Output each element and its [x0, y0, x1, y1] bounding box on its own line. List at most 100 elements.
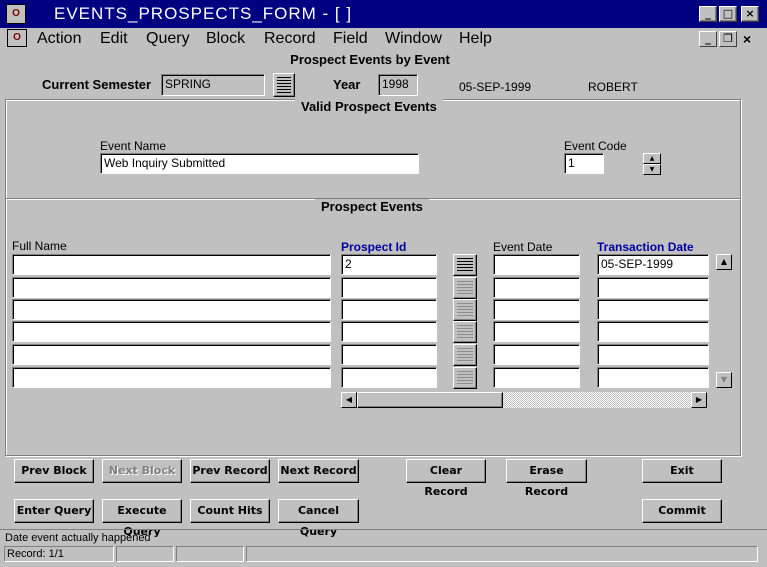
prospect-id-cell[interactable] [341, 344, 437, 365]
scroll-up-icon[interactable]: ▲ [716, 254, 732, 270]
close-icon[interactable]: × [741, 6, 759, 22]
enter-query-button[interactable]: Enter Query [14, 499, 94, 523]
doc-restore-icon[interactable]: ❐ [719, 31, 737, 47]
vertical-scrollbar[interactable]: ▲ ▼ [716, 254, 732, 388]
prospect-list-button[interactable] [453, 344, 477, 366]
prospect-id-cell[interactable] [341, 367, 437, 388]
scroll-left-icon[interactable]: ◀ [341, 392, 357, 408]
status-divider [0, 529, 767, 530]
status-cell-2 [116, 546, 174, 562]
list-icon [457, 325, 473, 339]
prev-record-button[interactable]: Prev Record [190, 459, 270, 483]
full-name-cell[interactable] [12, 344, 331, 365]
menu-action[interactable]: Action [37, 30, 81, 48]
prospect-list-button[interactable] [453, 367, 477, 389]
list-icon [457, 371, 473, 385]
oracle-forms-icon[interactable]: O [6, 4, 26, 24]
clear-record-button[interactable]: Clear Record [406, 459, 486, 498]
event-code-spinner[interactable]: ▲ ▼ [643, 153, 661, 175]
list-icon [457, 258, 473, 272]
event-date-cell[interactable] [493, 299, 580, 320]
scroll-down-icon[interactable]: ▼ [716, 372, 732, 388]
current-semester-label: Current Semester [42, 77, 152, 92]
event-name-field[interactable]: Web Inquiry Submitted [100, 153, 419, 174]
menu-edit[interactable]: Edit [100, 30, 128, 48]
semester-list-button[interactable] [273, 73, 295, 97]
menu-bar: O Action Edit Query Block Record Field W… [0, 28, 767, 50]
menu-help[interactable]: Help [459, 30, 492, 48]
status-cell-4 [246, 546, 758, 562]
transaction-date-cell[interactable] [597, 299, 709, 320]
transaction-date-cell[interactable] [597, 321, 709, 342]
next-record-button[interactable]: Next Record [278, 459, 359, 483]
status-cell-3 [176, 546, 244, 562]
prospect-list-button[interactable] [453, 254, 477, 276]
scroll-right-icon[interactable]: ▶ [691, 392, 707, 408]
cancel-query-button[interactable]: Cancel Query [278, 499, 359, 538]
menu-query[interactable]: Query [146, 30, 190, 48]
prev-block-button[interactable]: Prev Block [14, 459, 94, 483]
year-field[interactable]: 1998 [378, 74, 418, 96]
transaction-date-cell[interactable]: 05-SEP-1999 [597, 254, 709, 275]
prospect-id-cell[interactable] [341, 321, 437, 342]
event-name-label: Event Name [100, 139, 167, 153]
event-date-cell[interactable] [493, 367, 580, 388]
commit-button[interactable]: Commit [642, 499, 722, 523]
document-icon[interactable]: O [7, 29, 27, 47]
valid-events-title: Valid Prospect Events [295, 99, 443, 114]
full-name-header: Full Name [12, 239, 67, 253]
event-date-cell[interactable] [493, 344, 580, 365]
horizontal-scrollbar[interactable]: ◀ ▶ [341, 392, 707, 408]
prospect-list-button[interactable] [453, 277, 477, 299]
erase-record-button[interactable]: Erase Record [506, 459, 587, 498]
status-message: Date event actually happened [5, 532, 151, 544]
event-date-cell[interactable] [493, 277, 580, 298]
menu-window[interactable]: Window [385, 30, 442, 48]
form-title: Prospect Events by Event [290, 52, 450, 67]
menu-record[interactable]: Record [264, 30, 316, 48]
transaction-date-cell[interactable] [597, 277, 709, 298]
full-name-cell[interactable] [12, 367, 331, 388]
spin-up-icon[interactable]: ▲ [643, 153, 661, 164]
prospect-list-button[interactable] [453, 321, 477, 343]
event-date-cell[interactable] [493, 321, 580, 342]
window-title: EVENTS_PROSPECTS_FORM - [ ] [54, 4, 353, 23]
list-icon [457, 348, 473, 362]
transaction-date-cell[interactable] [597, 344, 709, 365]
maximize-icon[interactable]: □ [719, 6, 737, 22]
event-date-cell[interactable] [493, 254, 580, 275]
execute-query-button[interactable]: Execute Query [102, 499, 182, 538]
menu-block[interactable]: Block [206, 30, 245, 48]
title-bar: O EVENTS_PROSPECTS_FORM - [ ] _ □ × [0, 0, 767, 28]
next-block-button[interactable]: Next Block [102, 459, 182, 483]
transaction-date-cell[interactable] [597, 367, 709, 388]
current-date: 05-SEP-1999 [459, 80, 532, 94]
vertical-scroll-thumb[interactable] [716, 270, 732, 372]
prospect-id-cell[interactable]: 2 [341, 254, 437, 275]
doc-close-icon[interactable]: × [743, 31, 751, 47]
minimize-icon[interactable]: _ [699, 6, 717, 22]
menu-field[interactable]: Field [333, 30, 368, 48]
year-label: Year [333, 77, 361, 92]
current-semester-field[interactable]: SPRING [161, 74, 265, 96]
full-name-cell[interactable] [12, 254, 331, 275]
prospect-events-title: Prospect Events [315, 199, 429, 214]
list-icon [457, 303, 473, 317]
current-user: ROBERT [588, 80, 638, 94]
doc-minimize-icon[interactable]: _ [699, 31, 717, 47]
horizontal-scroll-thumb[interactable] [357, 392, 503, 408]
event-code-label: Event Code [564, 139, 627, 153]
prospect-id-cell[interactable] [341, 277, 437, 298]
spin-down-icon[interactable]: ▼ [643, 164, 661, 175]
exit-button[interactable]: Exit [642, 459, 722, 483]
full-name-cell[interactable] [12, 299, 331, 320]
list-icon [457, 281, 473, 295]
prospect-id-cell[interactable] [341, 299, 437, 320]
full-name-cell[interactable] [12, 277, 331, 298]
full-name-cell[interactable] [12, 321, 331, 342]
prospect-list-button[interactable] [453, 299, 477, 321]
count-hits-button[interactable]: Count Hits [190, 499, 270, 523]
record-counter: Record: 1/1 [4, 546, 114, 562]
list-icon [277, 77, 291, 93]
event-code-field[interactable]: 1 [564, 153, 604, 174]
